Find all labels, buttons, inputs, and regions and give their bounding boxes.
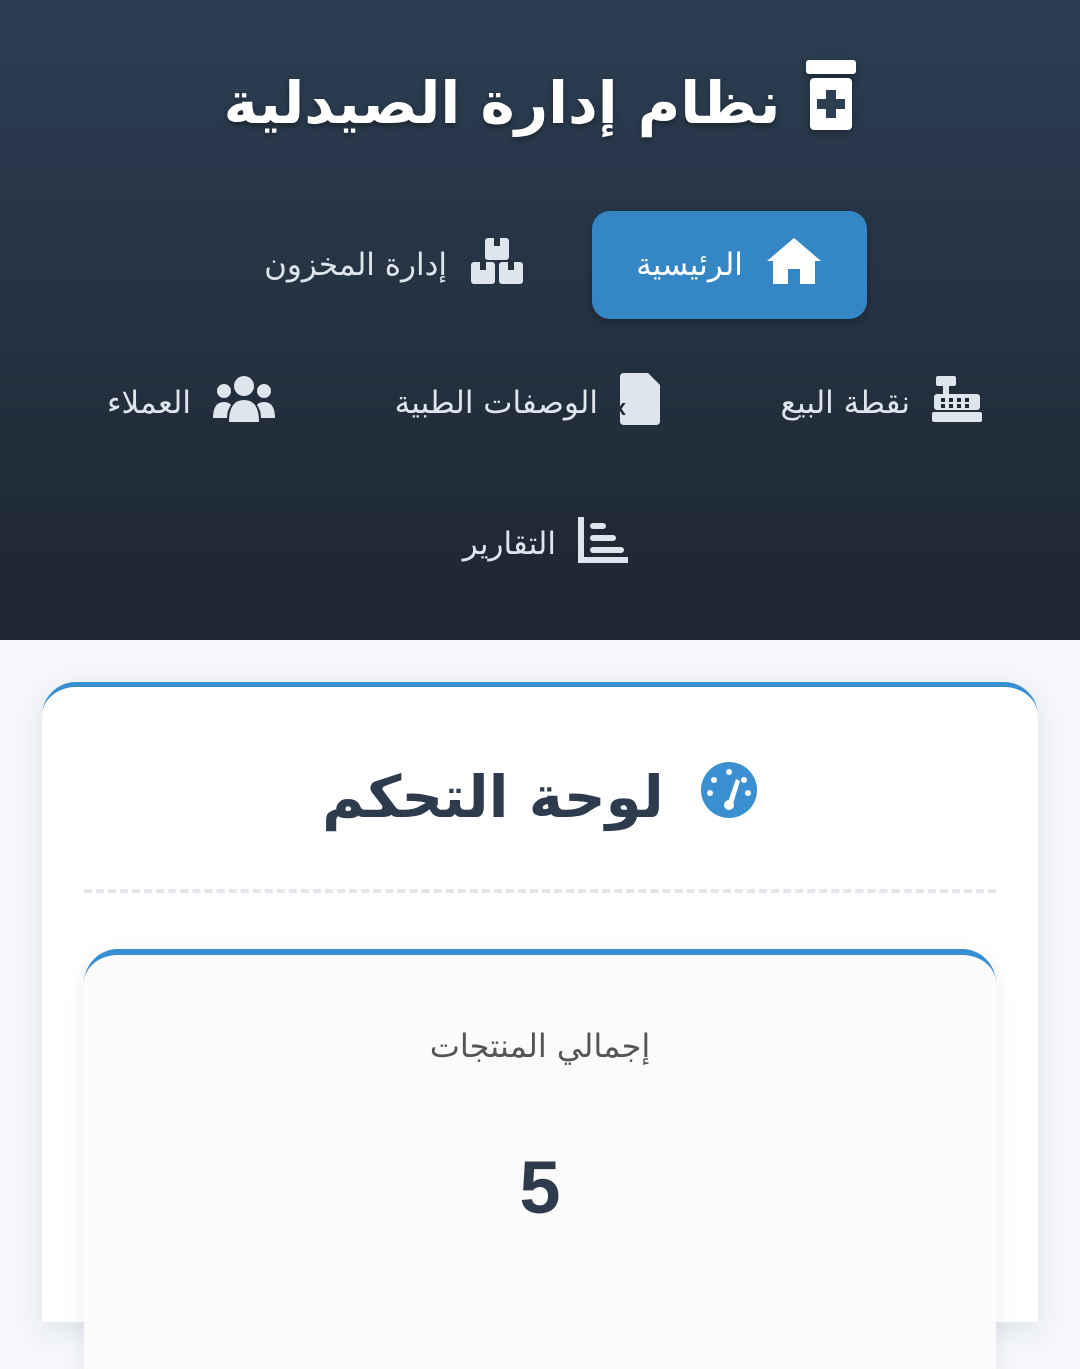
nav-reports[interactable]: التقارير: [452, 490, 628, 598]
app-title-text: نظام إدارة الصيدلية: [223, 69, 781, 137]
divider: [84, 889, 996, 893]
nav-customers[interactable]: العملاء: [100, 349, 275, 457]
nav-inventory[interactable]: إدارة المخزون: [255, 211, 525, 319]
boxes-icon: [469, 236, 525, 294]
nav-prescriptions-label: الوصفات الطبية: [394, 385, 598, 421]
stat-value: 5: [519, 1146, 561, 1229]
svg-text:Rx: Rx: [620, 395, 627, 420]
stat-label: إجمالي المنتجات: [429, 1027, 651, 1065]
dashboard-title-text: لوحة التحكم: [322, 763, 664, 831]
nav-pos-label: نقطة البيع: [780, 385, 910, 421]
nav-inventory-label: إدارة المخزون: [264, 247, 447, 283]
prescription-file-icon: Rx: [598, 373, 660, 433]
chart-icon: [578, 517, 628, 571]
nav-home[interactable]: الرئيسية: [592, 211, 867, 319]
dashboard-card: لوحة التحكم إجمالي المنتجات 5: [42, 682, 1038, 1369]
app-title: نظام إدارة الصيدلية: [0, 58, 1080, 148]
cash-register-icon: [932, 374, 982, 432]
nav-customers-label: العملاء: [106, 385, 191, 421]
nav-prescriptions[interactable]: Rx الوصفات الطبية: [385, 349, 660, 457]
home-icon: [765, 236, 823, 294]
stat-card-total-products: إجمالي المنتجات 5: [84, 949, 996, 1369]
nav-reports-label: التقارير: [462, 526, 556, 562]
app-header: نظام إدارة الصيدلية الرئيسية إدارة المخز…: [0, 0, 1080, 640]
dashboard-title: لوحة التحكم: [42, 747, 1038, 847]
prescription-bottle-medical-icon: [806, 60, 857, 146]
gauge-icon: [700, 761, 758, 833]
users-icon: [213, 374, 275, 432]
nav-pos[interactable]: نقطة البيع: [770, 349, 982, 457]
nav-home-label: الرئيسية: [636, 247, 743, 283]
